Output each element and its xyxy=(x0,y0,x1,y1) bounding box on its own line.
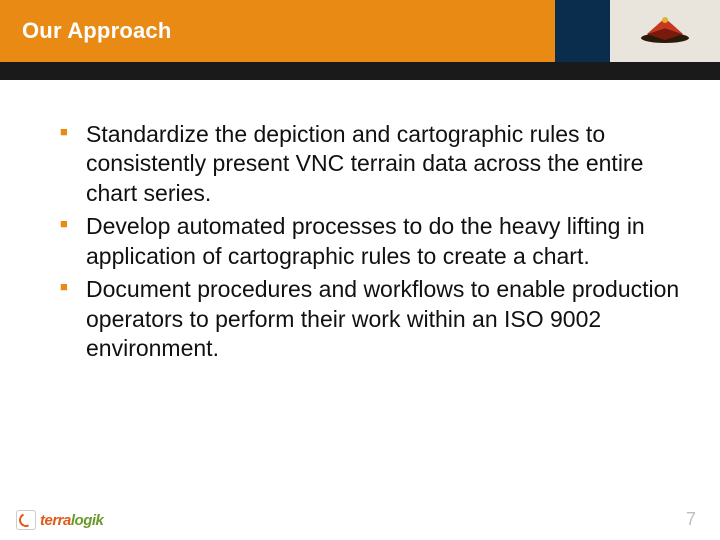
page-number: 7 xyxy=(686,509,696,530)
terralogik-wordmark: terralogik xyxy=(40,512,103,529)
header-navy-band xyxy=(555,0,610,62)
header-logo-area xyxy=(610,0,720,62)
fme-logo-icon xyxy=(635,14,695,48)
terralogik-swirl-icon xyxy=(16,510,36,530)
bullet-item: Develop automated processes to do the he… xyxy=(60,212,680,271)
slide-content: Standardize the depiction and cartograph… xyxy=(0,120,720,368)
bullet-list: Standardize the depiction and cartograph… xyxy=(60,120,680,364)
bullet-item: Standardize the depiction and cartograph… xyxy=(60,120,680,208)
slide-footer: terralogik 7 xyxy=(0,496,720,540)
bullet-item: Document procedures and workflows to ena… xyxy=(60,275,680,363)
slide-title: Our Approach xyxy=(22,18,171,44)
terralogik-logo: terralogik xyxy=(16,510,103,530)
slide-header: Our Approach xyxy=(0,0,720,62)
header-dark-bar xyxy=(0,62,720,80)
